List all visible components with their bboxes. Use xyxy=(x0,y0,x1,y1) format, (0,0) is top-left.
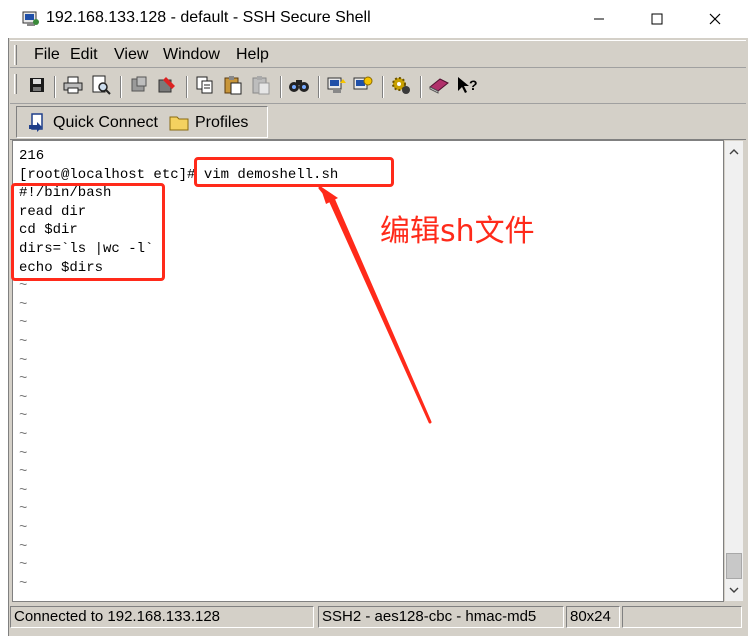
scroll-up-arrow[interactable] xyxy=(725,143,743,161)
toolbar-separator xyxy=(318,76,320,98)
empty-line-tilde: ~ xyxy=(19,408,28,425)
quick-connect-group: Quick Connect Profiles xyxy=(16,106,268,138)
menu-help[interactable]: Help xyxy=(236,46,269,64)
paste-disabled-button[interactable] xyxy=(250,75,272,100)
connect-icon xyxy=(157,75,177,100)
find-icon xyxy=(288,76,310,99)
empty-line-tilde: ~ xyxy=(19,371,28,388)
toolbar: ? xyxy=(10,70,746,104)
status-cipher: SSH2 - aes128-cbc - hmac-md5 xyxy=(318,606,564,628)
empty-line-tilde: ~ xyxy=(19,296,28,313)
new-terminal-icon xyxy=(353,75,373,100)
close-icon xyxy=(709,9,721,30)
save-icon xyxy=(28,76,46,99)
new-terminal-button[interactable] xyxy=(352,76,374,98)
toolbar-separator xyxy=(54,76,56,98)
empty-line-tilde: ~ xyxy=(19,482,28,499)
toolbar-grip xyxy=(14,74,17,94)
profiles-label: Profiles xyxy=(195,114,249,131)
svg-text:?: ? xyxy=(469,77,478,93)
minimize-button[interactable] xyxy=(576,0,622,38)
profiles-button[interactable]: Profiles xyxy=(169,111,248,135)
paste-icon xyxy=(223,75,243,100)
annotation-box-script xyxy=(11,183,165,281)
paste-disabled-icon xyxy=(251,75,271,100)
toolbar-separator xyxy=(186,76,188,98)
find-button[interactable] xyxy=(288,76,310,98)
empty-line-tilde: ~ xyxy=(19,557,28,574)
empty-line-tilde: ~ xyxy=(19,520,28,536)
menu-window[interactable]: Window xyxy=(163,46,220,64)
empty-line-tilde: ~ xyxy=(19,538,28,555)
toolbar-separator xyxy=(120,76,122,98)
connect-button[interactable] xyxy=(156,76,178,98)
context-help-button[interactable]: ? xyxy=(456,76,478,98)
empty-line-tilde: ~ xyxy=(19,445,28,462)
empty-line-tilde: ~ xyxy=(19,427,28,443)
save-button[interactable] xyxy=(26,76,48,98)
menu-edit[interactable]: Edit xyxy=(70,46,98,64)
disconnect-icon xyxy=(129,75,149,100)
ssh-app-icon xyxy=(22,10,40,28)
settings-icon xyxy=(391,75,411,100)
status-extra xyxy=(622,606,742,628)
copy-icon xyxy=(195,75,215,100)
scroll-down-arrow[interactable] xyxy=(725,581,743,599)
empty-line-tilde: ~ xyxy=(19,464,28,481)
vertical-scrollbar[interactable] xyxy=(724,140,744,602)
print-button[interactable] xyxy=(62,76,84,98)
paste-button[interactable] xyxy=(222,75,244,100)
maximize-button[interactable] xyxy=(634,0,680,38)
annotation-label: 编辑sh文件 xyxy=(380,214,535,249)
empty-line-tilde: ~ xyxy=(19,389,28,406)
menu-file[interactable]: File xyxy=(34,46,60,64)
quick-connect-button[interactable]: Quick Connect xyxy=(27,111,158,135)
scroll-thumb[interactable] xyxy=(726,553,742,579)
file-transfer-button[interactable] xyxy=(326,76,348,98)
empty-line-tilde: ~ xyxy=(19,334,28,350)
empty-line-tilde: ~ xyxy=(19,352,28,369)
status-size: 80x24 xyxy=(566,606,620,628)
quick-connect-icon xyxy=(27,113,47,133)
minimize-icon xyxy=(593,9,605,30)
menu-grip xyxy=(14,45,17,65)
print-preview-button[interactable] xyxy=(90,75,112,100)
close-button[interactable] xyxy=(692,0,738,38)
context-help-icon: ? xyxy=(456,75,478,100)
quick-connect-bar: Quick Connect Profiles xyxy=(10,104,746,140)
help-book-icon xyxy=(428,75,450,100)
empty-line-tilde: ~ xyxy=(19,575,28,592)
help-book-button[interactable] xyxy=(428,76,450,98)
disconnect-button[interactable] xyxy=(128,76,150,98)
title-bar: 192.168.133.128 - default - SSH Secure S… xyxy=(0,0,756,38)
empty-line-tilde: ~ xyxy=(19,315,28,332)
terminal-line: 216 xyxy=(19,148,45,164)
status-bar: Connected to 192.168.133.128 SSH2 - aes1… xyxy=(10,604,746,630)
toolbar-separator xyxy=(382,76,384,98)
toolbar-separator xyxy=(280,76,282,98)
settings-button[interactable] xyxy=(390,76,412,98)
menu-bar: File Edit View Window Help xyxy=(10,40,746,68)
empty-line-tilde: ~ xyxy=(19,501,28,518)
file-transfer-icon xyxy=(327,75,347,100)
toolbar-separator xyxy=(420,76,422,98)
maximize-icon xyxy=(651,9,663,30)
copy-button[interactable] xyxy=(194,76,216,98)
annotation-box-command xyxy=(194,157,394,187)
quick-connect-label: Quick Connect xyxy=(53,114,158,131)
folder-icon xyxy=(169,113,189,133)
window-title: 192.168.133.128 - default - SSH Secure S… xyxy=(46,9,371,26)
status-connection: Connected to 192.168.133.128 xyxy=(10,606,314,628)
print-icon xyxy=(63,76,83,99)
print-preview-icon xyxy=(91,75,111,100)
menu-view[interactable]: View xyxy=(114,46,148,64)
